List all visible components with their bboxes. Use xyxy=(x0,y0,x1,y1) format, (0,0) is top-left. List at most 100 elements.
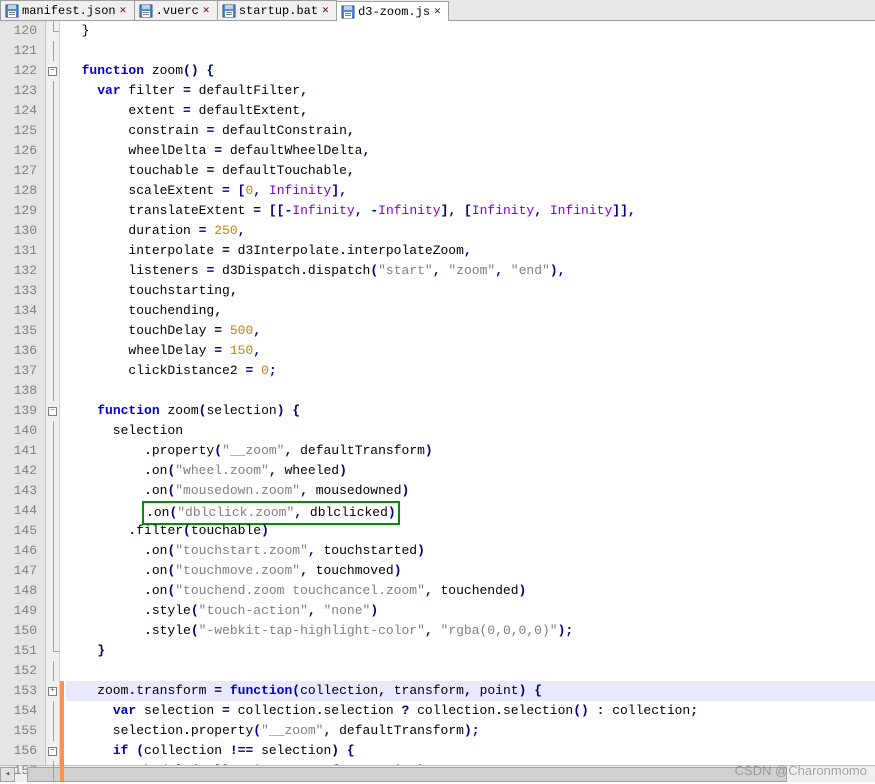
close-icon[interactable]: ✕ xyxy=(203,6,213,16)
fold-cell[interactable] xyxy=(46,201,59,221)
code-line[interactable]: wheelDelay = 150, xyxy=(66,341,875,361)
fold-cell[interactable] xyxy=(46,101,59,121)
scroll-thumb[interactable] xyxy=(27,767,787,782)
code-line[interactable]: .on("mousedown.zoom", mousedowned) xyxy=(66,481,875,501)
code-line[interactable]: function zoom(selection) { xyxy=(66,401,875,421)
fold-cell[interactable] xyxy=(46,401,59,421)
tab-startup-bat[interactable]: startup.bat✕ xyxy=(217,0,337,20)
code-line[interactable]: selection xyxy=(66,421,875,441)
fold-cell[interactable] xyxy=(46,81,59,101)
line-number: 149 xyxy=(0,601,37,621)
code-line[interactable]: touchable = defaultTouchable, xyxy=(66,161,875,181)
fold-cell[interactable] xyxy=(46,261,59,281)
fold-gutter[interactable] xyxy=(46,21,60,765)
code-line[interactable]: extent = defaultExtent, xyxy=(66,101,875,121)
fold-cell[interactable] xyxy=(46,141,59,161)
fold-cell[interactable] xyxy=(46,521,59,541)
code-line[interactable]: scaleExtent = [0, Infinity], xyxy=(66,181,875,201)
code-line[interactable]: listeners = d3Dispatch.dispatch("start",… xyxy=(66,261,875,281)
code-line[interactable]: .on("dblclick.zoom", dblclicked) xyxy=(66,501,875,521)
fold-cell[interactable] xyxy=(46,61,59,81)
line-number: 147 xyxy=(0,561,37,581)
fold-cell[interactable] xyxy=(46,541,59,561)
line-number: 153 xyxy=(0,681,37,701)
tab-label: manifest.json xyxy=(22,4,116,18)
fold-collapse-icon[interactable] xyxy=(48,747,57,756)
fold-cell[interactable] xyxy=(46,481,59,501)
code-line[interactable]: touchending, xyxy=(66,301,875,321)
fold-cell[interactable] xyxy=(46,221,59,241)
fold-cell[interactable] xyxy=(46,441,59,461)
fold-cell[interactable] xyxy=(46,601,59,621)
code-line[interactable]: var selection = collection.selection ? c… xyxy=(66,701,875,721)
code-line[interactable]: .property("__zoom", defaultTransform) xyxy=(66,441,875,461)
code-line[interactable]: .on("touchend.zoom touchcancel.zoom", to… xyxy=(66,581,875,601)
code-line[interactable]: } xyxy=(66,641,875,661)
code-line[interactable]: zoom.transform = function(collection, tr… xyxy=(66,681,875,701)
code-area[interactable]: } function zoom() { var filter = default… xyxy=(64,21,875,765)
code-line[interactable]: touchstarting, xyxy=(66,281,875,301)
close-icon[interactable]: ✕ xyxy=(322,6,332,16)
line-number: 155 xyxy=(0,721,37,741)
fold-cell[interactable] xyxy=(46,721,59,741)
fold-cell[interactable] xyxy=(46,281,59,301)
fold-cell[interactable] xyxy=(46,41,59,61)
fold-cell[interactable] xyxy=(46,641,59,661)
fold-cell[interactable] xyxy=(46,321,59,341)
code-line[interactable]: translateExtent = [[-Infinity, -Infinity… xyxy=(66,201,875,221)
fold-cell[interactable] xyxy=(46,181,59,201)
code-line[interactable]: interpolate = d3Interpolate.interpolateZ… xyxy=(66,241,875,261)
fold-cell[interactable] xyxy=(46,121,59,141)
code-line[interactable]: .on("wheel.zoom", wheeled) xyxy=(66,461,875,481)
code-line[interactable]: clickDistance2 = 0; xyxy=(66,361,875,381)
fold-cell[interactable] xyxy=(46,341,59,361)
fold-cell[interactable] xyxy=(46,301,59,321)
close-icon[interactable]: ✕ xyxy=(120,6,130,16)
fold-collapse-icon[interactable] xyxy=(48,67,57,76)
close-icon[interactable]: ✕ xyxy=(434,7,444,17)
code-line[interactable]: wheelDelta = defaultWheelDelta, xyxy=(66,141,875,161)
tab-d3-zoom-js[interactable]: d3-zoom.js✕ xyxy=(336,1,449,21)
fold-cell[interactable] xyxy=(46,581,59,601)
code-line[interactable]: function zoom() { xyxy=(66,61,875,81)
fold-cell[interactable] xyxy=(46,361,59,381)
fold-collapse-icon[interactable] xyxy=(48,407,57,416)
code-line[interactable]: .style("-webkit-tap-highlight-color", "r… xyxy=(66,621,875,641)
fold-cell[interactable] xyxy=(46,21,59,41)
fold-cell[interactable] xyxy=(46,421,59,441)
line-number: 156 xyxy=(0,741,37,761)
code-line[interactable]: touchDelay = 500, xyxy=(66,321,875,341)
file-icon xyxy=(5,4,19,18)
fold-cell[interactable] xyxy=(46,501,59,521)
fold-cell[interactable] xyxy=(46,381,59,401)
fold-cell[interactable] xyxy=(46,761,59,781)
fold-expand-icon[interactable] xyxy=(48,687,57,696)
fold-cell[interactable] xyxy=(46,461,59,481)
fold-cell[interactable] xyxy=(46,161,59,181)
tab--vuerc[interactable]: .vuerc✕ xyxy=(134,0,218,20)
fold-cell[interactable] xyxy=(46,681,59,701)
fold-cell[interactable] xyxy=(46,621,59,641)
code-line[interactable]: selection.property("__zoom", defaultTran… xyxy=(66,721,875,741)
code-line[interactable]: .on("touchmove.zoom", touchmoved) xyxy=(66,561,875,581)
code-line[interactable] xyxy=(66,381,875,401)
fold-cell[interactable] xyxy=(46,661,59,681)
code-line[interactable]: .on("touchstart.zoom", touchstarted) xyxy=(66,541,875,561)
fold-cell[interactable] xyxy=(46,241,59,261)
fold-cell[interactable] xyxy=(46,701,59,721)
code-line[interactable]: .filter(touchable) xyxy=(66,521,875,541)
tab-manifest-json[interactable]: manifest.json ✕ xyxy=(0,0,135,20)
code-line[interactable]: constrain = defaultConstrain, xyxy=(66,121,875,141)
code-line[interactable]: var filter = defaultFilter, xyxy=(66,81,875,101)
line-number: 127 xyxy=(0,161,37,181)
scroll-left-arrow[interactable]: ◂ xyxy=(0,767,15,782)
code-line[interactable] xyxy=(66,661,875,681)
code-line[interactable]: .style("touch-action", "none") xyxy=(66,601,875,621)
fold-cell[interactable] xyxy=(46,561,59,581)
fold-cell[interactable] xyxy=(46,741,59,761)
code-line[interactable]: if (collection !== selection) { xyxy=(66,741,875,761)
code-line[interactable]: } xyxy=(66,21,875,41)
code-line[interactable] xyxy=(66,41,875,61)
line-number: 132 xyxy=(0,261,37,281)
code-line[interactable]: duration = 250, xyxy=(66,221,875,241)
